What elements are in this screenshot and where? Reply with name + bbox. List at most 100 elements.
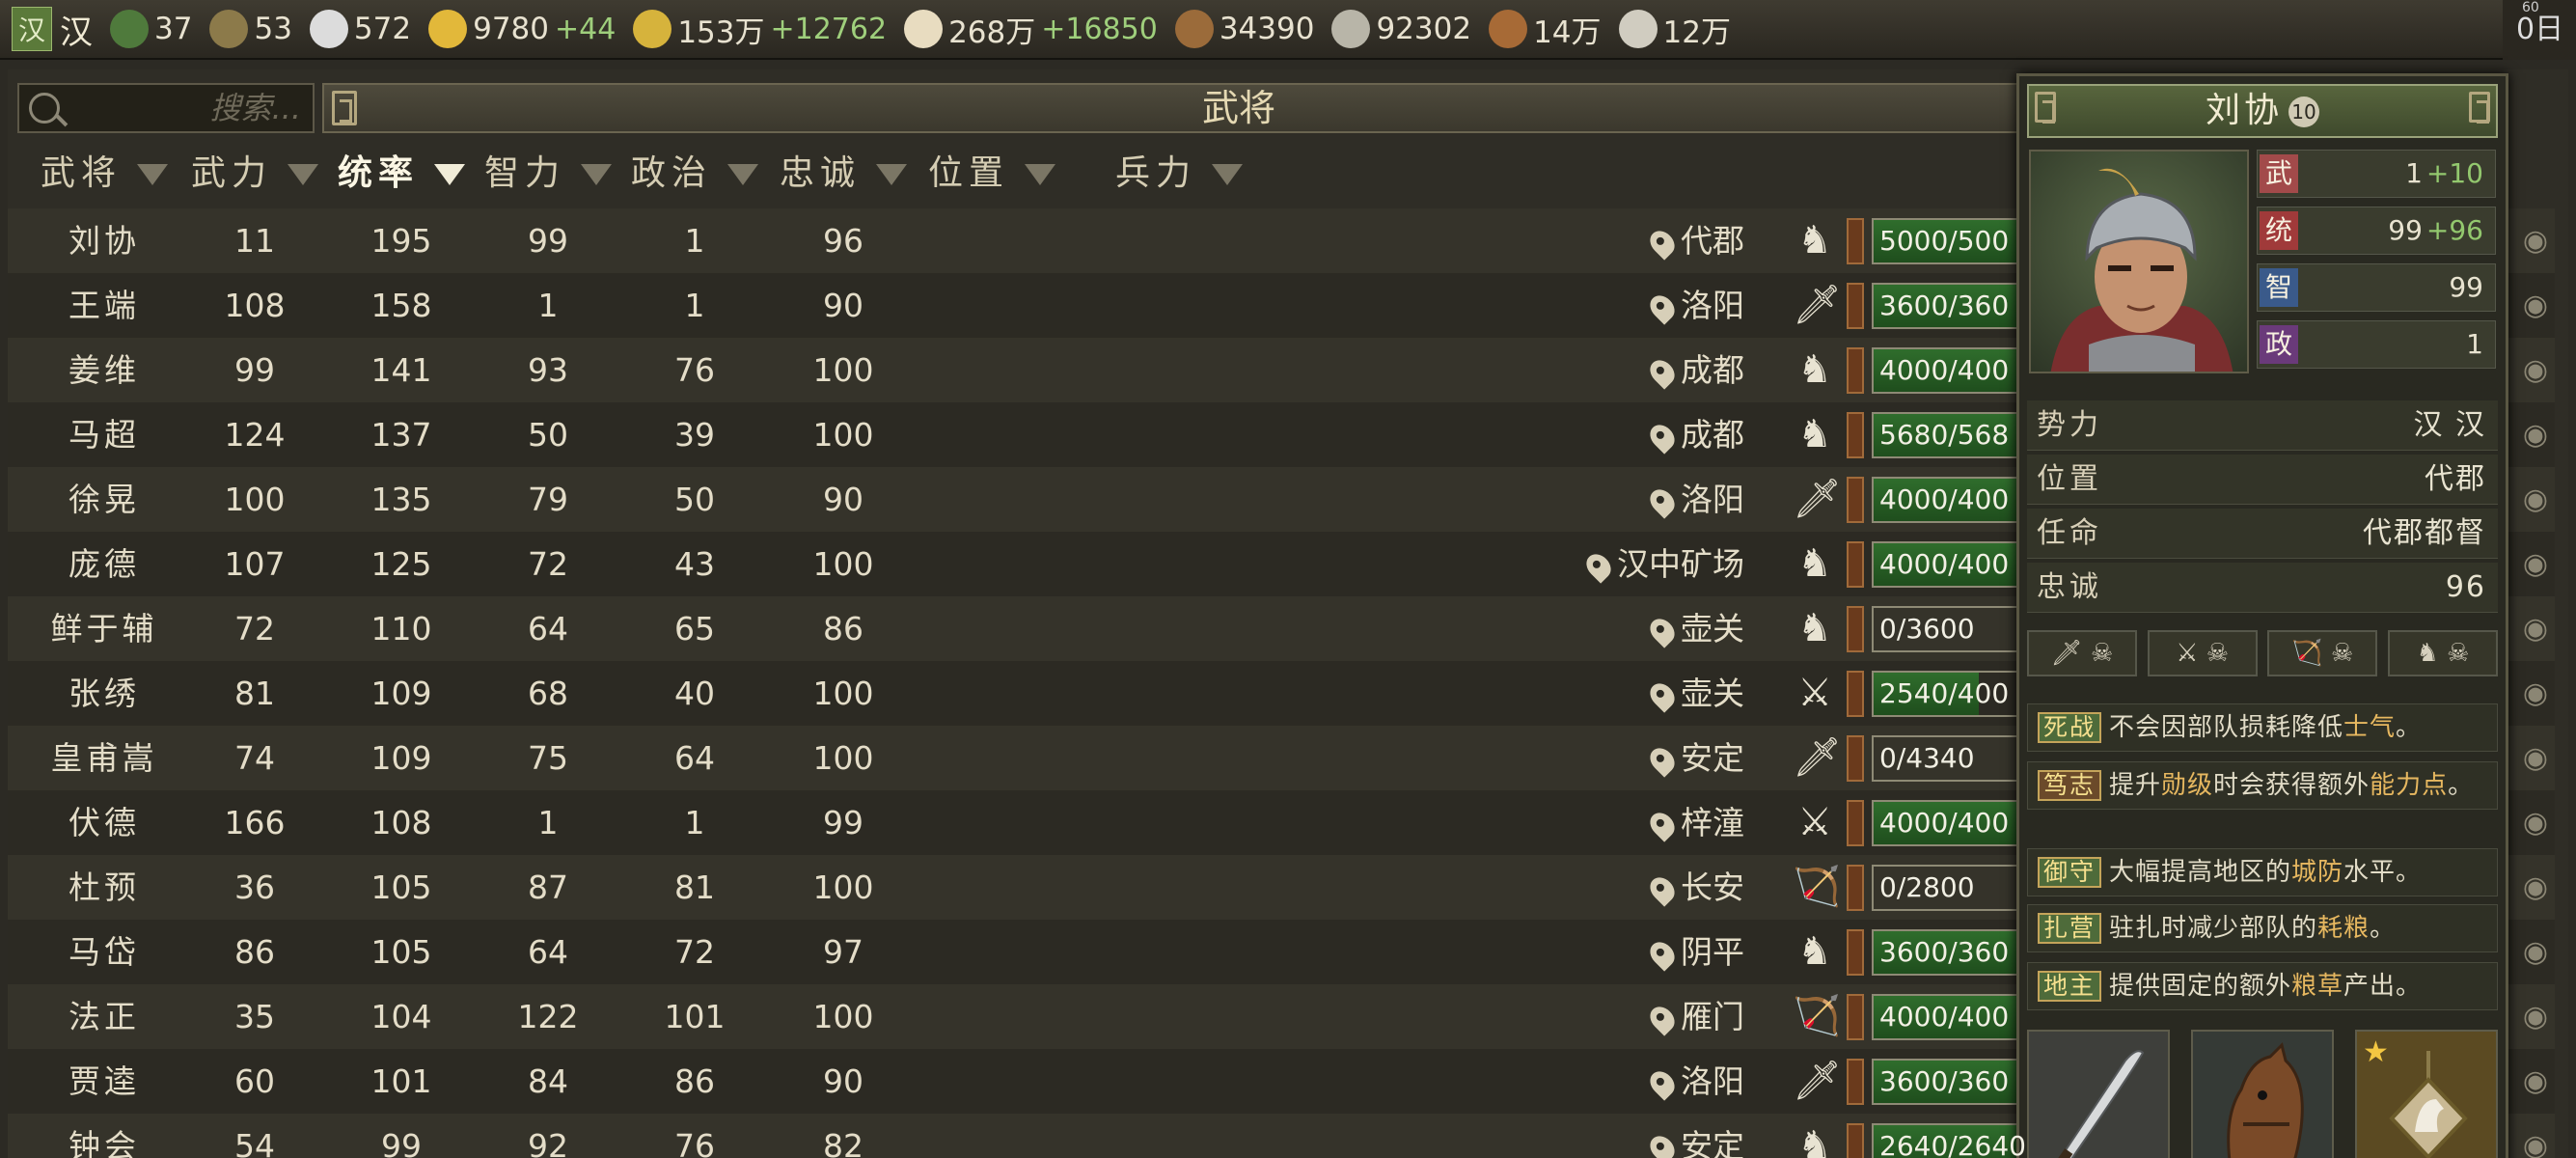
cell-location[interactable]: 洛阳: [1474, 273, 1764, 338]
eye-icon[interactable]: ◉: [2516, 675, 2555, 713]
troop-count: 0/3600: [1879, 613, 1975, 645]
eye-icon[interactable]: ◉: [2516, 933, 2555, 972]
equipment-slot-weapon[interactable]: [2027, 1030, 2170, 1158]
affinity-slot[interactable]: 🗡 ☠: [2027, 630, 2137, 676]
resource-1[interactable]: 53: [209, 10, 292, 48]
cavalry-icon: ♞: [1797, 218, 1832, 262]
cell-location[interactable]: 壶关: [1474, 661, 1764, 726]
cell-loyal: 100: [812, 545, 874, 583]
location-pin-icon: [1645, 225, 1680, 261]
search-input[interactable]: [77, 91, 309, 125]
meander-ornament-icon: [2469, 92, 2490, 124]
column-header-7[interactable]: 兵力: [1073, 143, 1285, 205]
cell-location[interactable]: 安定: [1474, 1114, 1764, 1158]
column-header-label: 忠诚: [779, 153, 861, 193]
info-value: 96: [2445, 570, 2486, 604]
troop-supply-bar: [1847, 412, 1864, 458]
resource-9[interactable]: 12万: [1618, 8, 1731, 51]
cell-location[interactable]: 壶关: [1474, 596, 1764, 661]
resource-2[interactable]: 572: [309, 10, 411, 48]
affinity-slot[interactable]: ⚔ ☠: [2147, 630, 2258, 676]
troop-supply-bar: [1847, 800, 1864, 846]
troop-supply-bar: [1847, 477, 1864, 523]
troop-supply-bar: [1847, 735, 1864, 782]
troop-bar: 0/2800: [1872, 865, 2040, 911]
skill-entry[interactable]: 笃志 提升勋级时会获得额外能力点。: [2027, 761, 2498, 810]
eye-icon[interactable]: ◉: [2516, 222, 2555, 261]
resource-7[interactable]: 92302: [1331, 10, 1471, 48]
eye-icon[interactable]: ◉: [2516, 545, 2555, 584]
eye-icon[interactable]: ◉: [2516, 868, 2555, 907]
resource-6[interactable]: 34390: [1174, 10, 1315, 48]
location-pin-icon: [1645, 1001, 1680, 1036]
cell-location[interactable]: 代郡: [1474, 208, 1764, 273]
eye-icon[interactable]: ◉: [2516, 739, 2555, 778]
cell-location[interactable]: 雁门: [1474, 984, 1764, 1049]
eye-icon[interactable]: ◉: [2516, 610, 2555, 648]
attribute-row: 统 99 +96: [2257, 207, 2496, 255]
info-label: 忠诚: [2037, 570, 2102, 604]
location-pin-icon: [1645, 483, 1680, 519]
sort-arrow-icon: [1025, 164, 1055, 185]
column-header-6[interactable]: 位置: [886, 143, 1098, 205]
cell-location[interactable]: 梓潼: [1474, 790, 1764, 855]
cell-loyal: 82: [823, 1127, 863, 1158]
cell-loyal: 90: [823, 1062, 863, 1100]
attribute-label: 智: [2260, 268, 2298, 307]
resource-delta: +16850: [1041, 12, 1158, 46]
skill-entry[interactable]: 御守 大幅提高地区的城防水平。: [2027, 848, 2498, 896]
cell-location[interactable]: 成都: [1474, 338, 1764, 402]
skill-entry[interactable]: 地主 提供固定的额外粮草产出。: [2027, 962, 2498, 1010]
eye-icon[interactable]: ◉: [2516, 351, 2555, 390]
info-value: 代郡: [2425, 462, 2486, 496]
resource-8[interactable]: 14万: [1489, 8, 1602, 51]
cavalry-icon: ♞: [1797, 929, 1832, 974]
skill-highlight: 粮草: [2291, 972, 2344, 1001]
location-pin-icon: [1645, 1065, 1680, 1101]
eye-icon[interactable]: ◉: [2516, 416, 2555, 455]
cell-location[interactable]: 安定: [1474, 726, 1764, 790]
skill-highlight: 能力点: [2370, 771, 2449, 800]
affinity-slot[interactable]: ♞ ☠: [2387, 630, 2498, 676]
eye-icon[interactable]: ◉: [2516, 998, 2555, 1036]
skill-entry[interactable]: 扎营 驻扎时减少部队的耗粮。: [2027, 904, 2498, 952]
eye-icon[interactable]: ◉: [2516, 804, 2555, 842]
resource-value: 34390: [1219, 12, 1315, 46]
equipment-slot-accessory[interactable]: ★: [2355, 1030, 2498, 1158]
troop-bar: 5680/568: [1872, 412, 2040, 458]
resource-0[interactable]: 37: [110, 10, 192, 48]
eye-icon[interactable]: ◉: [2516, 481, 2555, 519]
skill-entry[interactable]: 死战 不会因部队损耗降低士气。: [2027, 703, 2498, 752]
sword-icon: 🗡: [1793, 1059, 1842, 1103]
blade-icon: [2052, 1050, 2145, 1158]
skill-tag: 御守: [2038, 857, 2102, 888]
cell-loyal: 100: [812, 998, 874, 1035]
faction-badge[interactable]: 汉: [12, 7, 53, 51]
eye-icon[interactable]: ◉: [2516, 287, 2555, 325]
location-name: 长安: [1681, 868, 1744, 906]
cell-location[interactable]: 成都: [1474, 402, 1764, 467]
resource-5[interactable]: 268万 +16850: [904, 8, 1158, 51]
cell-location[interactable]: 阴平: [1474, 920, 1764, 984]
location-pin-icon: [1645, 936, 1680, 972]
cell-location[interactable]: 洛阳: [1474, 1049, 1764, 1114]
resource-3[interactable]: 9780 +44: [428, 10, 616, 48]
officer-portrait[interactable]: [2029, 150, 2249, 373]
cell-location[interactable]: 洛阳: [1474, 467, 1764, 532]
resource-4[interactable]: 153万 +12762: [633, 8, 887, 51]
cell-loyal: 99: [823, 804, 863, 841]
cell-location[interactable]: 长安: [1474, 855, 1764, 920]
skill-highlight: 耗粮: [2317, 914, 2370, 943]
location-pin-icon: [1645, 871, 1680, 907]
eye-icon[interactable]: ◉: [2516, 1127, 2555, 1158]
eye-icon[interactable]: ◉: [2516, 1062, 2555, 1101]
location-name: 安定: [1681, 739, 1744, 777]
skill-text: 。: [2396, 713, 2423, 742]
cell-location[interactable]: 汉中矿场: [1474, 532, 1764, 596]
affinity-slot[interactable]: 🏹 ☠: [2267, 630, 2378, 676]
column-header-label: 兵力: [1114, 153, 1196, 193]
troop-count: 2640/2640: [1879, 1130, 2026, 1158]
equipment-slot-mount[interactable]: [2191, 1030, 2334, 1158]
yinyang-icon: [309, 10, 348, 48]
search-box[interactable]: [17, 83, 315, 133]
